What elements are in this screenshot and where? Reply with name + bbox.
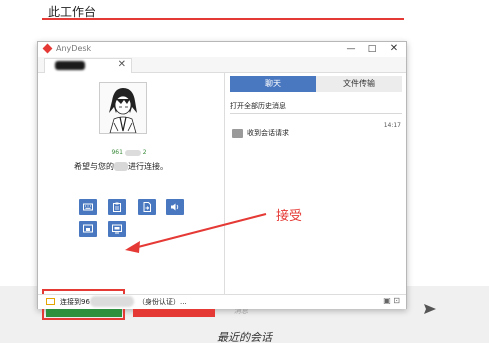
file-permission-button[interactable] [138,199,156,215]
monitor-status-icon [46,298,55,305]
redacted-name [55,61,85,70]
monitor-icon [112,224,122,234]
computer-icon [232,128,243,138]
session-request-notice: 收到会话请求 [232,128,289,138]
message-time: 14:17 [383,122,401,129]
clipboard-permission-button[interactable] [108,199,126,215]
lock-screen-permission-button[interactable] [79,221,97,237]
history-link[interactable]: 打开全部历史消息 [230,101,286,111]
redacted-word [114,162,128,171]
file-transfer-icon [143,202,151,212]
keyboard-permission-button[interactable] [79,199,97,215]
close-button[interactable]: ✕ [384,43,404,55]
screen-lock-icon [83,224,93,233]
session-tab-bar: ✕ [38,57,406,73]
status-tray-icons: ▣ ⊡ [383,296,400,305]
page-header: 此工作台 [42,0,404,20]
request-message: 希望与您的 进行连接。 [74,162,168,171]
clipboard-icon [113,202,121,212]
status-bar: 连接到96 （身份认证）... ▣ ⊡ [38,294,406,309]
tab-file-transfer[interactable]: 文件传输 [316,76,402,92]
annotation-label: 接受 [276,209,303,224]
redacted-status [90,296,134,307]
header-rule [42,18,404,20]
speaker-icon [171,203,179,211]
session-tab[interactable]: ✕ [44,58,132,73]
anydesk-window: AnyDesk — □ ✕ ✕ 961 2 希望与您的 进行连接。 聊天 文件传… [37,41,436,320]
app-name: AnyDesk [56,44,92,53]
display-permission-button[interactable] [108,221,126,237]
send-icon[interactable] [424,304,436,314]
tab-close-icon[interactable]: ✕ [118,59,126,70]
avatar-image [109,88,137,134]
request-panel: 961 2 希望与您的 进行连接。 [38,73,218,320]
redacted-id [124,149,141,156]
title-bar: AnyDesk — □ ✕ [38,42,406,57]
tab-chat[interactable]: 聊天 [230,76,316,92]
sound-permission-button[interactable] [166,199,184,215]
minimize-button[interactable]: — [341,43,361,55]
history-divider [230,113,402,114]
anydesk-logo-icon [42,43,53,54]
chat-panel: 聊天 文件传输 打开全部历史消息 14:17 收到会话请求 消息 [224,73,436,315]
keyboard-icon [83,203,93,211]
maximize-button[interactable]: □ [362,43,382,55]
requester-id: 961 2 [111,149,147,156]
chat-tab-bar: 聊天 文件传输 [230,76,402,92]
avatar [99,82,147,134]
